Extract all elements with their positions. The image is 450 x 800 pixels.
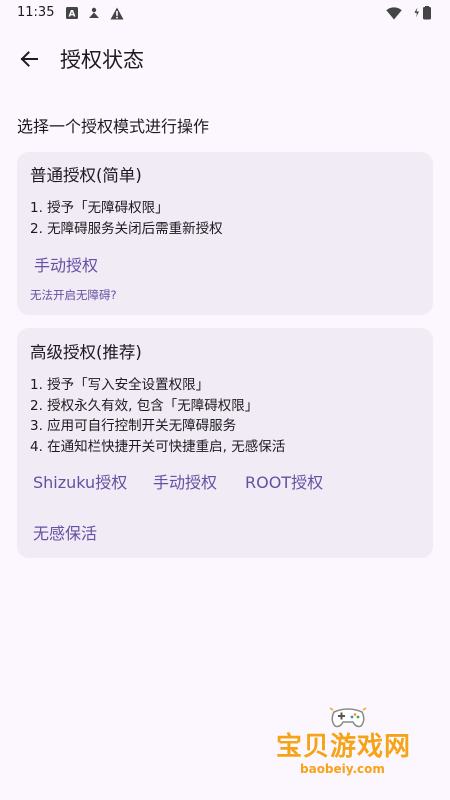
normal-auth-step: 1. 授予「无障碍权限」 — [30, 200, 169, 216]
normal-auth-step: 2. 无障碍服务关闭后需重新授权 — [30, 221, 223, 237]
font-icon: A — [66, 6, 78, 20]
advanced-auth-card: 高级授权(推荐) 1. 授予「写入安全设置权限」 2. 授权永久有效, 包含「无… — [17, 328, 433, 558]
back-button[interactable] — [14, 46, 44, 76]
normal-auth-title: 普通授权(简单) — [30, 166, 142, 185]
advanced-auth-step: 3. 应用可自行控制开关无障碍服务 — [30, 418, 237, 434]
battery-icon — [412, 6, 434, 20]
normal-auth-card: 普通授权(简单) 1. 授予「无障碍权限」 2. 无障碍服务关闭后需重新授权 手… — [17, 152, 433, 315]
advanced-auth-title: 高级授权(推荐) — [30, 343, 142, 362]
shizuku-auth-button[interactable]: Shizuku授权 — [33, 469, 127, 493]
watermark-url: baobeiy.com — [300, 762, 385, 776]
person-icon — [88, 6, 100, 20]
warning-icon — [110, 6, 124, 20]
wifi-icon — [386, 6, 402, 20]
status-time: 11:35 — [17, 5, 55, 20]
arrow-left-icon — [19, 49, 39, 73]
advanced-auth-step: 2. 授权永久有效, 包含「无障碍权限」 — [30, 398, 259, 414]
manual-auth-button[interactable]: 手动授权 — [153, 469, 217, 493]
app-bar: 授权状态 — [0, 36, 450, 84]
status-bar: 11:35 A — [0, 0, 450, 26]
keep-alive-button[interactable]: 无感保活 — [33, 520, 97, 544]
manual-auth-button[interactable]: 手动授权 — [34, 252, 98, 276]
svg-text:A: A — [69, 10, 76, 20]
instruction-text: 选择一个授权模式进行操作 — [17, 117, 210, 136]
root-auth-button[interactable]: ROOT授权 — [245, 469, 323, 493]
site-watermark: 宝贝游戏网 baobeiy.com — [272, 707, 422, 782]
accessibility-help-link[interactable]: 无法开启无障碍? — [30, 287, 117, 303]
advanced-auth-step: 4. 在通知栏快捷开关可快捷重启, 无感保活 — [30, 439, 286, 455]
advanced-auth-step: 1. 授予「写入安全设置权限」 — [30, 377, 210, 393]
page-title: 授权状态 — [60, 48, 144, 72]
watermark-text: 宝贝游戏网 — [276, 732, 412, 762]
